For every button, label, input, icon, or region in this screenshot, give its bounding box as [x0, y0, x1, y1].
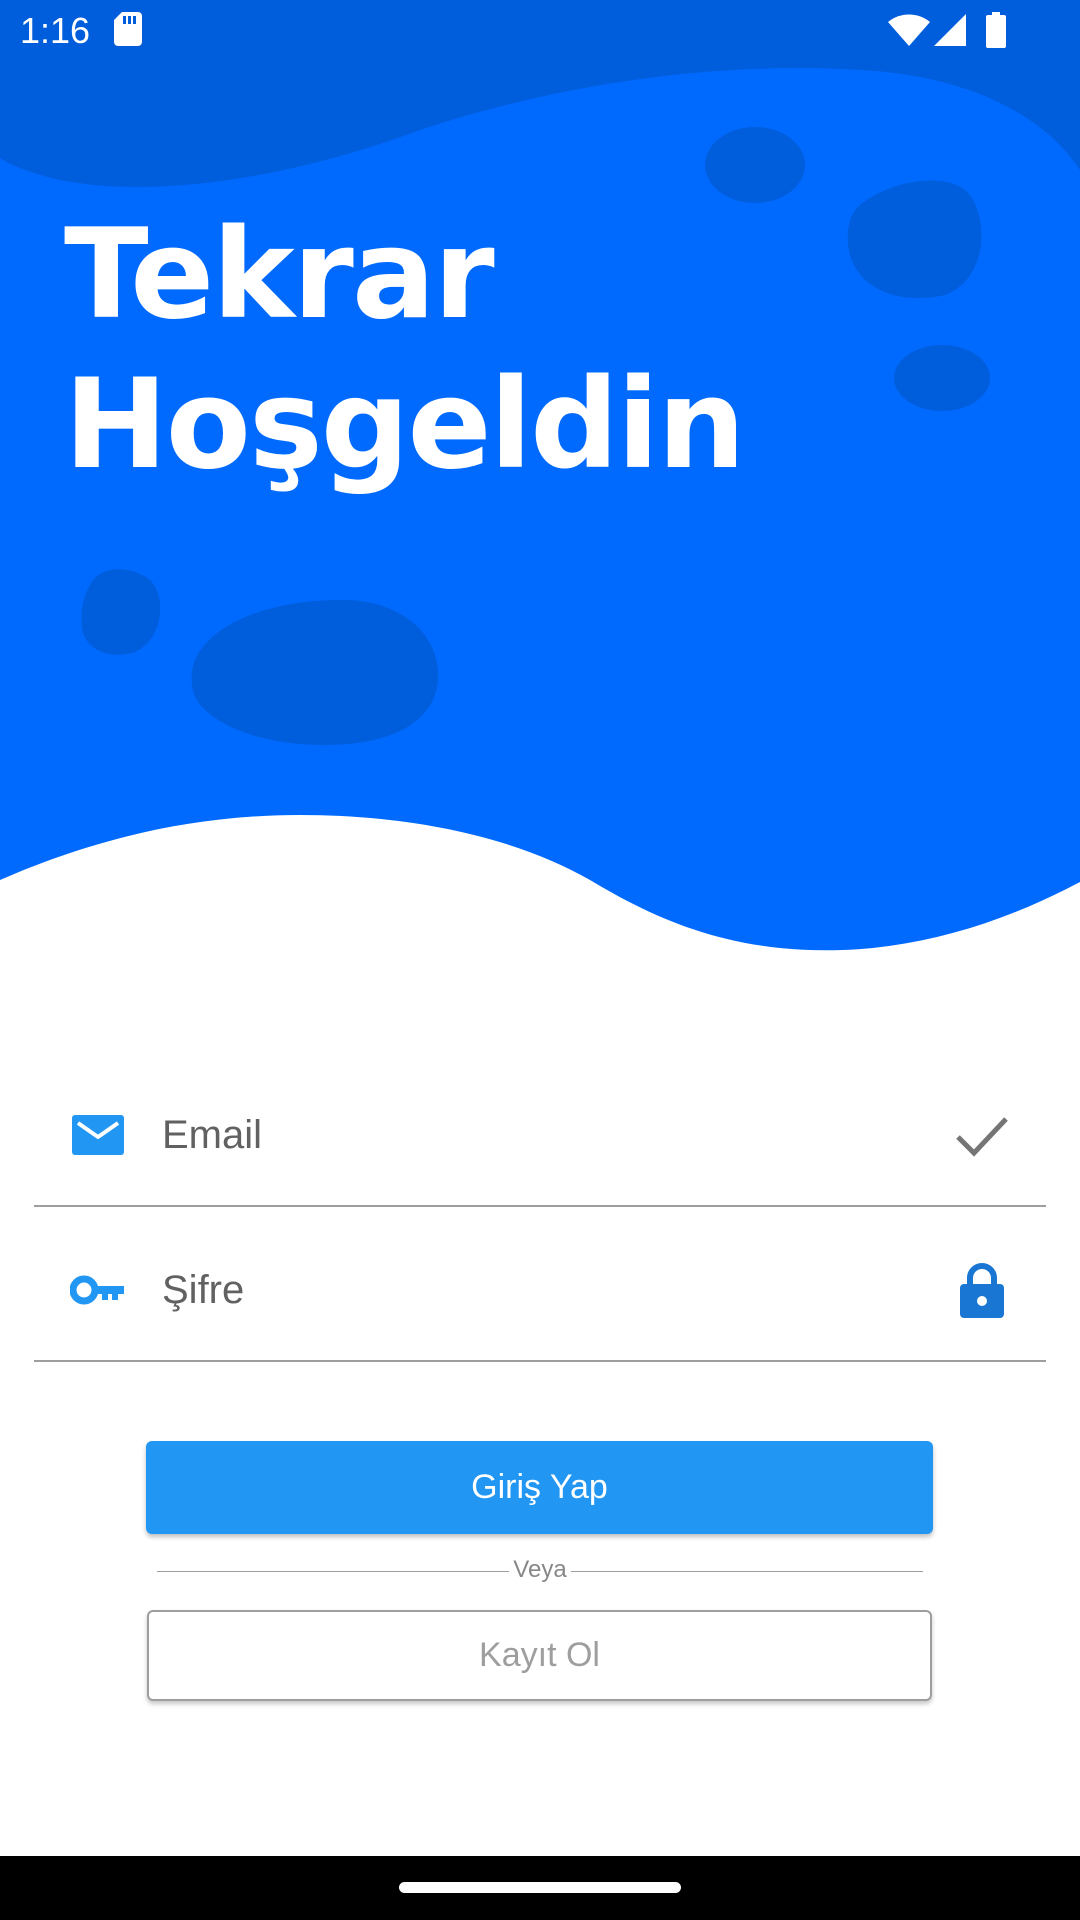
home-gesture-handle[interactable]: [399, 1882, 681, 1893]
email-input[interactable]: [162, 1097, 942, 1173]
register-button[interactable]: Kayıt Ol: [147, 1610, 932, 1701]
or-divider: Veya: [157, 1556, 923, 1586]
blob-shape: [894, 345, 990, 411]
divider-line: [571, 1571, 923, 1572]
wifi-icon: [888, 14, 930, 46]
login-screen: 1:16 Tekrar Hoşgeldin Email Giriş Yap Ve…: [0, 0, 1080, 1920]
status-bar: 1:16: [0, 0, 1080, 62]
welcome-title-line: Tekrar: [64, 203, 495, 347]
sd-card-icon: [114, 12, 142, 46]
check-icon: [956, 1117, 1008, 1157]
welcome-title: Tekrar Hoşgeldin: [64, 200, 746, 500]
status-time: 1:16: [20, 10, 91, 51]
login-button[interactable]: Giriş Yap: [146, 1441, 933, 1534]
lock-icon[interactable]: [954, 1260, 1010, 1320]
battery-icon: [986, 12, 1006, 48]
password-field-row: [34, 1232, 1046, 1362]
navigation-bar: [0, 1856, 1080, 1920]
email-field-row: [34, 1077, 1046, 1207]
key-icon: [70, 1275, 124, 1305]
or-label: Veya: [513, 1556, 567, 1583]
mail-icon: [72, 1115, 124, 1155]
blob-shape: [705, 127, 805, 203]
signal-icon: [934, 14, 966, 46]
password-input[interactable]: [162, 1252, 942, 1328]
welcome-title-line: Hoşgeldin: [64, 353, 746, 497]
